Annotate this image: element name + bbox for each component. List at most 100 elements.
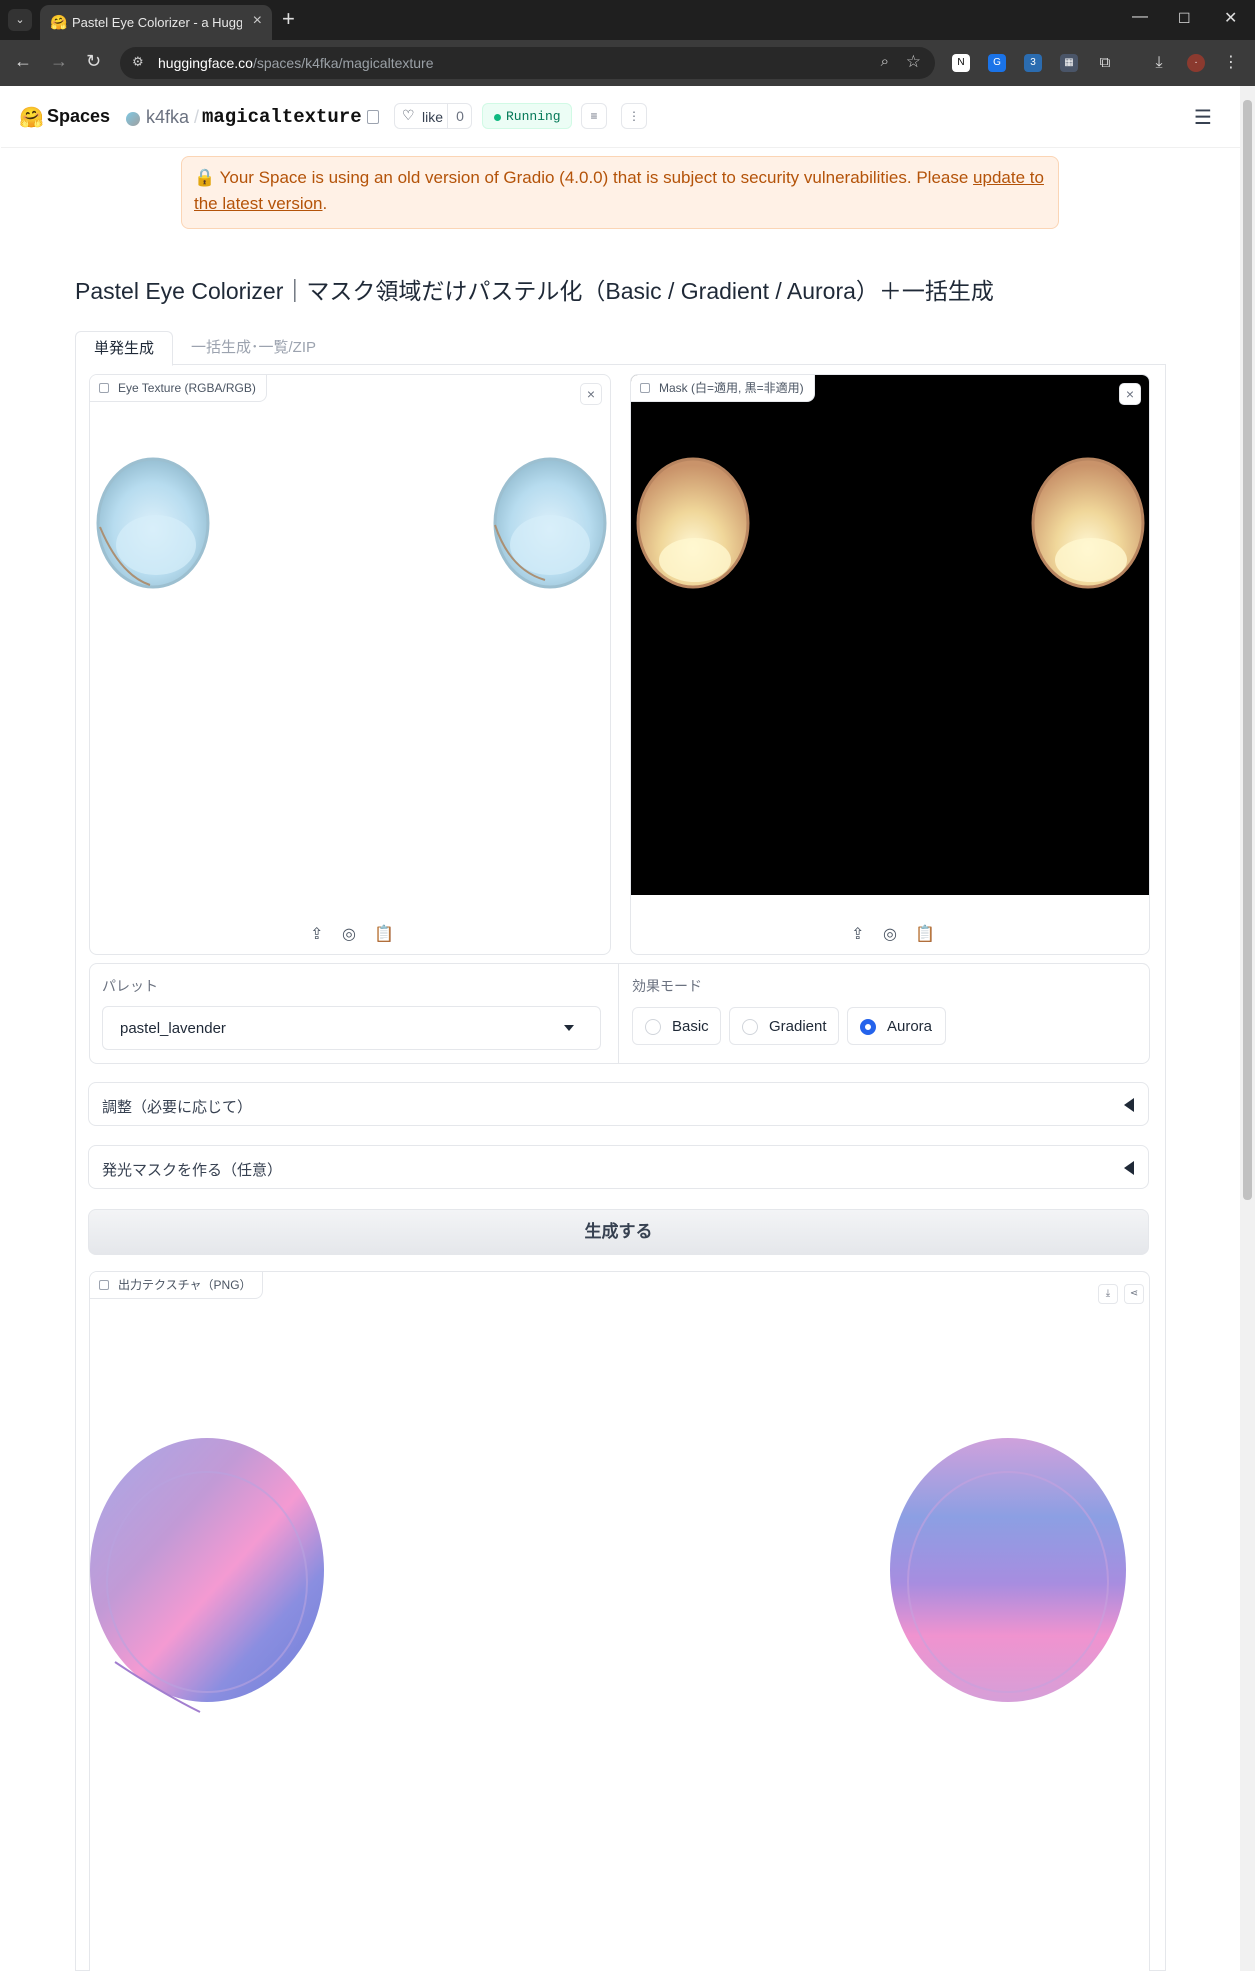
hf-logo-icon[interactable]: 🤗	[19, 105, 44, 130]
hamburger-menu-icon[interactable]: ☰	[1194, 105, 1212, 130]
output-label: 出力テクスチャ（PNG）	[90, 1272, 263, 1299]
close-tab-icon[interactable]: ×	[253, 12, 262, 30]
spaces-link[interactable]: Spaces	[47, 106, 110, 127]
minimize-icon[interactable]: —	[1132, 8, 1148, 26]
downloads-icon[interactable]: ⤓	[1150, 54, 1168, 72]
mode-gradient-label: Gradient	[769, 1018, 827, 1035]
eye-texture-upload[interactable]: Eye Texture (RGBA/RGB) × ⇪ ◎ 📋	[89, 374, 611, 955]
eye-texture-preview	[96, 457, 607, 589]
path-separator: /	[194, 107, 200, 127]
tab-single[interactable]: 単発生成	[75, 331, 173, 366]
tab-search-icon[interactable]: ⌄	[8, 9, 32, 31]
output-texture: 出力テクスチャ（PNG） ⤓ ⋖	[89, 1271, 1150, 1971]
mask-left-eye	[636, 457, 750, 589]
mask-label: Mask (白=適用, 黒=非適用)	[631, 375, 815, 402]
notion-extension-icon[interactable]: N	[952, 54, 970, 72]
clipboard-icon[interactable]: 📋	[374, 924, 394, 944]
image-icon	[99, 383, 109, 393]
palette-label: パレット	[102, 978, 158, 994]
mode-radio-basic[interactable]: Basic	[632, 1007, 721, 1045]
browser-tab-bar: ⌄ 🤗 Pastel Eye Colorizer - a Hugging Fac…	[0, 0, 1255, 40]
eye-texture-label: Eye Texture (RGBA/RGB)	[90, 375, 267, 402]
status-label: Running	[506, 109, 561, 124]
clipboard-icon[interactable]: 📋	[915, 924, 935, 944]
palette-group: パレット pastel_lavender	[90, 964, 619, 1063]
tab-title: Pastel Eye Colorizer - a Hugging Face Sp…	[72, 15, 242, 30]
mask-upload[interactable]: Mask (白=適用, 黒=非適用) × ⇪ ◎ 📋	[630, 374, 1150, 955]
mode-radio-aurora[interactable]: Aurora	[847, 1007, 946, 1045]
grid-extension-icon[interactable]: ▦	[1060, 54, 1078, 72]
tab-batch[interactable]: 一括生成･一覧/ZIP	[191, 331, 316, 365]
output-left-eye	[90, 1438, 324, 1713]
output-preview	[90, 1438, 1126, 1713]
palette-dropdown[interactable]: pastel_lavender	[102, 1006, 601, 1050]
site-info-icon[interactable]: ⚙	[132, 54, 144, 70]
translate-extension-icon[interactable]: G	[988, 54, 1006, 72]
radio-circle[interactable]	[742, 1019, 758, 1035]
bookmark-star-icon[interactable]: ☆	[906, 52, 921, 72]
clear-image-icon[interactable]: ×	[580, 383, 602, 405]
like-button[interactable]: ♡ like 0	[394, 103, 472, 129]
generate-button[interactable]: 生成する	[88, 1209, 1149, 1255]
radio-circle[interactable]	[645, 1019, 661, 1035]
palette-value: pastel_lavender	[120, 1020, 226, 1037]
profile-avatar[interactable]: ·	[1187, 54, 1205, 72]
heart-icon: ♡	[402, 107, 415, 123]
webcam-icon[interactable]: ◎	[342, 924, 356, 944]
like-count[interactable]: 0	[447, 104, 472, 128]
single-tab-panel: Eye Texture (RGBA/RGB) × ⇪ ◎ 📋 Mask (白=適…	[75, 365, 1166, 1971]
radio-circle-selected[interactable]	[860, 1019, 876, 1035]
mode-basic-label: Basic	[672, 1018, 709, 1035]
logs-icon[interactable]: ≡	[581, 103, 607, 129]
chevron-down-icon[interactable]	[564, 1025, 574, 1031]
back-icon[interactable]: ←	[14, 51, 32, 72]
mode-label: 効果モード	[632, 978, 702, 994]
status-dot	[494, 114, 501, 121]
webcam-icon[interactable]: ◎	[883, 924, 897, 944]
clear-mask-icon[interactable]: ×	[1119, 383, 1141, 405]
copy-icon[interactable]	[367, 110, 379, 124]
accordion-adjust[interactable]: 調整（必要に応じて）	[88, 1082, 1149, 1126]
mode-radio-gradient[interactable]: Gradient	[729, 1007, 839, 1045]
app-title: Pastel Eye Colorizer｜マスク領域だけパステル化（Basic …	[75, 278, 994, 304]
browser-tab[interactable]: 🤗 Pastel Eye Colorizer - a Hugging Face …	[40, 5, 272, 40]
like-label: like	[422, 109, 444, 125]
collapse-arrow-icon[interactable]	[1124, 1098, 1134, 1112]
lock-icon: 🔒	[194, 168, 216, 187]
forward-icon[interactable]: →	[50, 51, 68, 72]
scrollbar-thumb[interactable]	[1243, 100, 1252, 1200]
owner-link[interactable]: k4fka	[146, 107, 189, 128]
accordion-glow-mask[interactable]: 発光マスクを作る（任意）	[88, 1145, 1149, 1189]
mask-label-text: Mask (白=適用, 黒=非適用)	[659, 381, 804, 395]
address-bar[interactable]: ⚙ huggingface.co/spaces/k4fka/magicaltex…	[120, 47, 935, 79]
image-icon	[640, 383, 650, 393]
extension-badge-icon[interactable]: 3	[1024, 54, 1042, 72]
warning-tail: .	[322, 194, 328, 213]
mode-group: 効果モード Basic Gradient Aurora	[620, 964, 1150, 1063]
zoom-icon[interactable]: ⌕	[881, 53, 889, 70]
mask-preview	[636, 457, 1145, 589]
new-tab-icon[interactable]: +	[282, 6, 295, 32]
maximize-icon[interactable]: ☐	[1178, 10, 1191, 27]
output-right-eye	[890, 1438, 1126, 1702]
url-text: huggingface.co/spaces/k4fka/magicaltextu…	[158, 55, 434, 71]
mode-aurora-label: Aurora	[887, 1018, 933, 1035]
reload-icon[interactable]: ↻	[86, 51, 101, 72]
extensions-puzzle-icon[interactable]: ⧉	[1096, 54, 1114, 72]
upload-icon[interactable]: ⇪	[851, 924, 864, 944]
more-options-icon[interactable]: ⋮	[621, 103, 647, 129]
upload-icon[interactable]: ⇪	[310, 924, 323, 944]
window-close-icon[interactable]: ✕	[1224, 8, 1237, 28]
accordion-adjust-label: 調整（必要に応じて）	[102, 1099, 253, 1116]
status-badge[interactable]: Running	[482, 103, 572, 129]
image-icon	[99, 1280, 109, 1290]
settings-row: パレット pastel_lavender 効果モード Basic Gradien…	[89, 963, 1150, 1064]
hf-header: 🤗 Spaces k4fka / magicaltexture ♡ like 0…	[1, 86, 1240, 148]
left-eye-shape	[96, 457, 210, 589]
repo-name[interactable]: magicaltexture	[202, 106, 362, 128]
collapse-arrow-icon[interactable]	[1124, 1161, 1134, 1175]
hf-favicon-icon: 🤗	[50, 14, 68, 30]
gradio-version-warning: 🔒 Your Space is using an old version of …	[181, 156, 1059, 229]
mask-right-eye	[1031, 457, 1145, 589]
chrome-menu-icon[interactable]: ⋮	[1222, 54, 1240, 72]
